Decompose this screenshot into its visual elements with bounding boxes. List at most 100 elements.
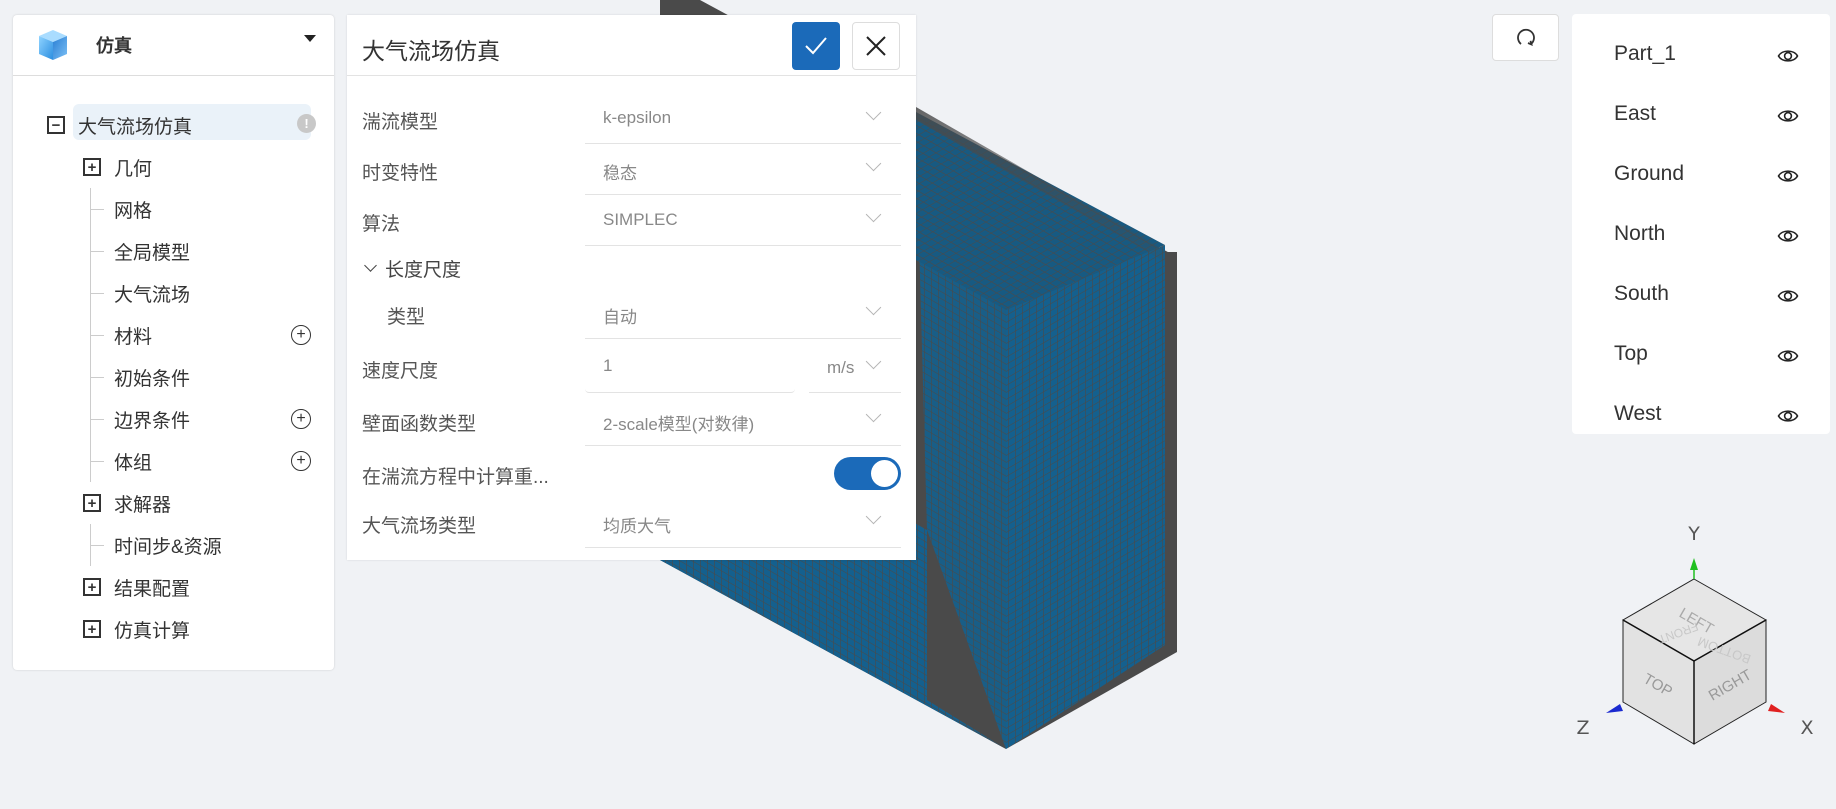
length-scale-section-toggle[interactable]: 长度尺度 (362, 255, 461, 282)
tree-item-label: 全局模型 (114, 243, 191, 264)
eye-icon[interactable] (1777, 345, 1799, 367)
x-axis-label: X (1800, 717, 1813, 739)
chevron-down-icon (865, 104, 882, 121)
eye-icon[interactable] (1777, 405, 1799, 427)
tree-item-result-config[interactable]: + 结果配置 (13, 566, 334, 608)
reset-view-button[interactable] (1492, 14, 1559, 61)
tree-item-initial-conditions[interactable]: 初始条件 (13, 356, 334, 398)
expand-icon[interactable]: + (83, 620, 101, 638)
tree-item-geometry[interactable]: + 几何 (13, 146, 334, 188)
tree-item-label: 网格 (114, 201, 153, 222)
tree-group-leaves: 网格 全局模型 大气流场 材料 + 初始条件 边界条件 + 体组 + (13, 188, 334, 482)
eye-icon[interactable] (1777, 45, 1799, 67)
chevron-down-icon (865, 353, 882, 370)
part-row[interactable]: Ground (1572, 146, 1830, 206)
switch-knob (871, 460, 898, 487)
add-circle-icon[interactable]: + (291, 409, 311, 429)
tree-connector (90, 293, 104, 294)
sidebar-header: 仿真 (13, 15, 334, 76)
expand-icon[interactable]: + (83, 494, 101, 512)
eye-icon[interactable] (1777, 285, 1799, 307)
field-label: 速度尺度 (362, 361, 439, 382)
add-circle-icon[interactable]: + (291, 325, 311, 345)
tree-connector (90, 419, 104, 420)
input-value: 1 (603, 356, 613, 375)
time-dependence-select[interactable]: 稳态 (585, 144, 901, 195)
algorithm-select[interactable]: SIMPLEC (585, 195, 901, 246)
length-scale-type-select[interactable]: 自动 (585, 288, 901, 339)
part-row[interactable]: Part_1 (1572, 26, 1830, 86)
part-row[interactable]: North (1572, 206, 1830, 266)
part-row[interactable]: Top (1572, 326, 1830, 386)
eye-icon[interactable] (1777, 225, 1799, 247)
tree-item-mesh[interactable]: 网格 (13, 188, 334, 230)
tree-item-label: 几何 (114, 159, 153, 180)
part-name: North (1614, 222, 1666, 245)
tree-item-boundary-conditions[interactable]: 边界条件 + (13, 398, 334, 440)
expand-icon[interactable]: + (83, 578, 101, 596)
field-label: 在湍流方程中计算重... (362, 467, 549, 488)
tree-item-label: 材料 (114, 327, 153, 348)
tree-item-solver[interactable]: + 求解器 (13, 482, 334, 524)
field-label: 壁面函数类型 (362, 414, 477, 435)
tree-item-label: 时间步&资源 (114, 537, 222, 558)
expand-icon[interactable]: + (83, 158, 101, 176)
wall-function-select[interactable]: 2-scale模型(对数律) (585, 395, 901, 446)
refresh-icon (1516, 28, 1535, 46)
atmosphere-type-select[interactable]: 均质大气 (585, 497, 901, 548)
part-row[interactable]: West (1572, 386, 1830, 446)
velocity-scale-input[interactable]: 1 (585, 342, 795, 393)
collapse-icon[interactable]: − (47, 116, 65, 134)
properties-panel: 大气流场仿真 湍流模型 k-epsilon 时变特性 稳态 算法 SIMPLEC… (347, 15, 916, 560)
part-name: Top (1614, 342, 1648, 365)
chevron-down-icon (865, 299, 882, 316)
simulation-sidebar: 仿真 − 大气流场仿真 ! + 几何 网格 全局模型 大气流场 材料 + 初始条… (13, 15, 334, 670)
select-value: 均质大气 (603, 517, 671, 536)
close-button[interactable] (852, 22, 900, 70)
close-icon (866, 36, 886, 56)
field-gravity-in-turbulence: 在湍流方程中计算重... (347, 448, 916, 499)
field-time-dependence: 时变特性 稳态 (347, 144, 916, 195)
tree-item-label: 结果配置 (114, 579, 191, 600)
chevron-down-icon (364, 259, 377, 272)
turbulence-model-select[interactable]: k-epsilon (585, 93, 901, 144)
z-axis-label: Z (1576, 717, 1589, 739)
part-row[interactable]: South (1572, 266, 1830, 326)
tree-connector (90, 335, 104, 336)
orientation-cube-gizmo[interactable]: LEFT FRONT BOTTOM TOP RIGHT Y X Z (1560, 510, 1836, 750)
field-wall-function: 壁面函数类型 2-scale模型(对数律) (347, 395, 916, 446)
tree-connector (90, 545, 104, 546)
field-length-scale-type: 类型 自动 (347, 288, 916, 339)
eye-icon[interactable] (1777, 105, 1799, 127)
part-name: West (1614, 402, 1662, 425)
tree-item-body-groups[interactable]: 体组 + (13, 440, 334, 482)
velocity-unit-select[interactable]: m/s (809, 342, 901, 393)
tree-item-global-model[interactable]: 全局模型 (13, 230, 334, 272)
chevron-down-icon (865, 406, 882, 423)
gravity-toggle-switch[interactable] (834, 457, 901, 490)
part-row[interactable]: East (1572, 86, 1830, 146)
mesh-face-right (1006, 245, 1165, 749)
mesh-edge-right (1165, 252, 1177, 650)
chevron-down-icon (865, 155, 882, 172)
tree-item-atmospheric-flow[interactable]: 大气流场 (13, 272, 334, 314)
y-axis-arrow (1690, 558, 1698, 570)
caret-down-icon[interactable] (304, 35, 316, 42)
tree-item-label: 体组 (114, 453, 153, 474)
field-label: 湍流模型 (362, 112, 439, 133)
confirm-button[interactable] (792, 22, 840, 70)
add-circle-icon[interactable]: + (291, 451, 311, 471)
field-turbulence-model: 湍流模型 k-epsilon (347, 93, 916, 144)
x-axis-arrow (1768, 704, 1785, 713)
tree-item-timestep-resources[interactable]: 时间步&资源 (13, 524, 334, 566)
eye-icon[interactable] (1777, 165, 1799, 187)
tree-item-root[interactable]: − 大气流场仿真 ! (13, 104, 334, 146)
tree-item-label: 大气流场仿真 (78, 117, 193, 138)
tree-item-simulation-run[interactable]: + 仿真计算 (13, 608, 334, 650)
tree-item-label: 大气流场 (114, 285, 191, 306)
tree-item-label: 仿真计算 (114, 621, 191, 642)
tree-item-materials[interactable]: 材料 + (13, 314, 334, 356)
part-name: Part_1 (1614, 42, 1676, 65)
sidebar-title: 仿真 (96, 36, 132, 56)
field-velocity-scale: 速度尺度 1 m/s (347, 342, 916, 393)
